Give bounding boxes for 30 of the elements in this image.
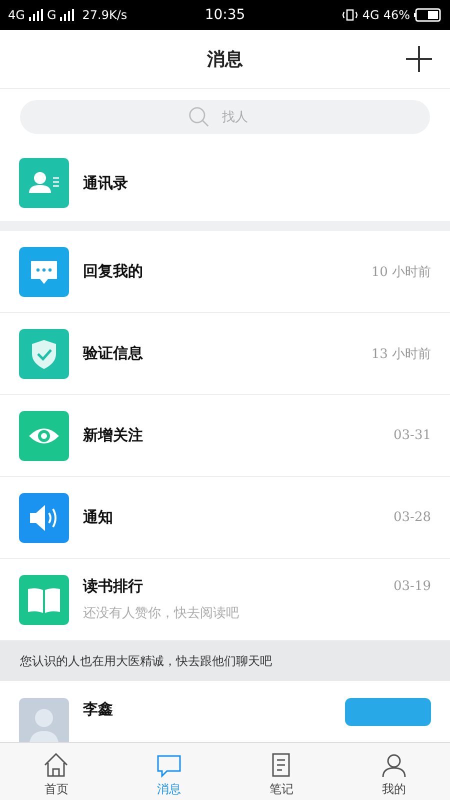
person-name: 李鑫: [83, 700, 113, 719]
tab-bar-item[interactable]: 我的: [338, 743, 450, 800]
clock: 10:35: [204, 7, 246, 23]
network-speed: 27.9K/s: [82, 8, 128, 22]
search-field[interactable]: 找人: [20, 100, 430, 134]
message-preview: 还没有人赞你，快去阅读吧: [83, 605, 240, 622]
tab-bar-item[interactable]: 笔记: [225, 743, 338, 800]
message-row[interactable]: 新增关注 03-31: [0, 395, 450, 477]
network-label: 4G: [8, 8, 25, 22]
row-title: 验证信息: [83, 344, 143, 363]
contacts-row[interactable]: 通讯录: [0, 145, 450, 221]
timestamp: 10 小时前: [371, 264, 431, 280]
timestamp: 03-28: [394, 510, 431, 525]
message-row[interactable]: 通知 03-28: [0, 477, 450, 559]
message-row[interactable]: 回复我的 10 小时前: [0, 231, 450, 313]
timestamp: 03-31: [394, 428, 431, 443]
network-label: G: [46, 8, 56, 22]
page-title: 消息: [207, 48, 243, 71]
row-title: 回复我的: [83, 262, 143, 281]
row-title: 通讯录: [83, 174, 128, 192]
tab-bar-item[interactable]: 首页: [0, 743, 112, 800]
timestamp: 13 小时前: [371, 346, 431, 362]
timestamp: 03-19: [394, 579, 431, 594]
row-title: 读书排行: [83, 577, 143, 596]
message-row[interactable]: 验证信息 13 小时前: [0, 313, 450, 395]
battery-percent: 46%: [383, 8, 410, 22]
network-label: 4G: [362, 8, 380, 22]
row-title: 通知: [83, 508, 113, 527]
suggestion-banner: 您认识的人也在用大医精诚，快去跟他们聊天吧: [0, 641, 450, 681]
row-title: 新增关注: [83, 426, 143, 445]
